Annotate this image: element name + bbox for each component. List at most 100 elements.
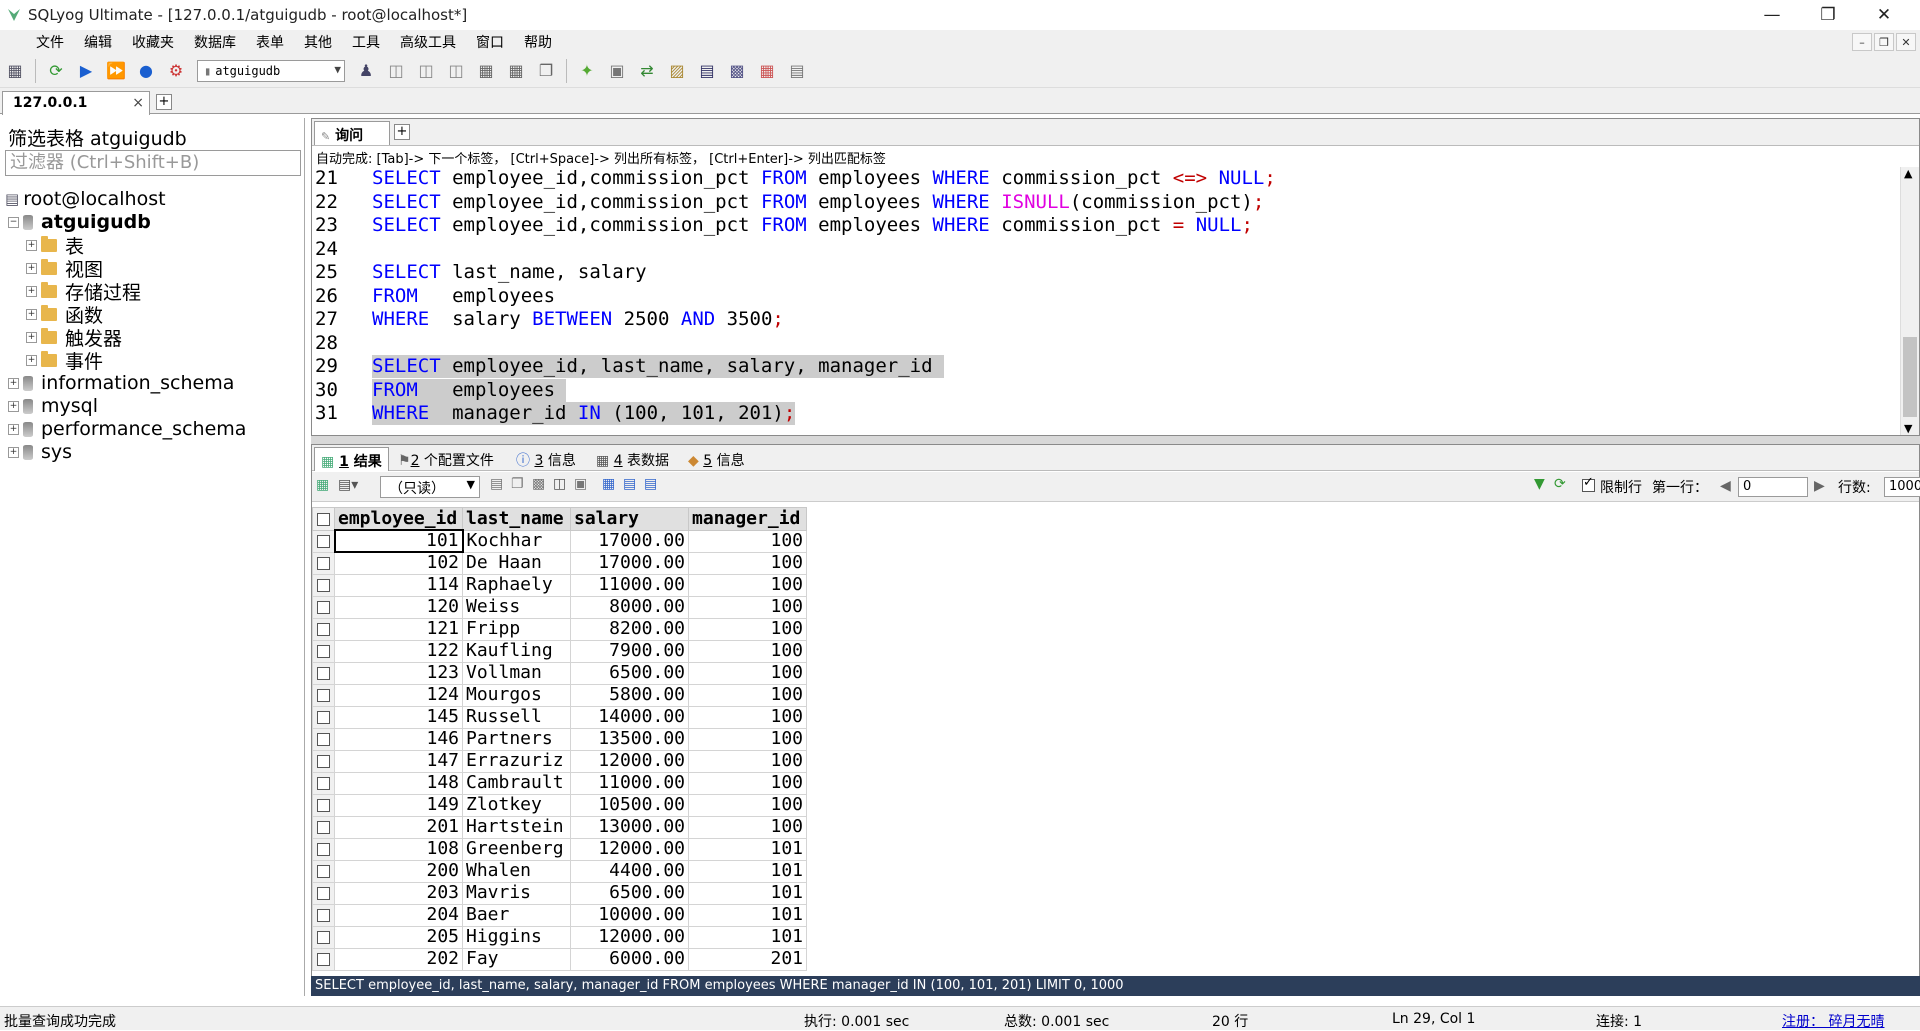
table-cell[interactable]: 13000.00 (570, 815, 689, 839)
table-cell[interactable]: 101 (688, 925, 807, 949)
table-cell[interactable]: 201 (334, 815, 463, 839)
table-cell[interactable]: 6500.00 (570, 881, 689, 905)
table-row[interactable]: 204 Baer 10000.00 101 (312, 903, 807, 927)
table-cell[interactable]: 147 (334, 749, 463, 773)
row-checkbox[interactable] (312, 705, 335, 729)
connection-tab[interactable]: 127.0.0.1 × (2, 91, 150, 115)
row-checkbox[interactable] (312, 727, 335, 751)
pane-splitter[interactable] (311, 436, 1920, 444)
menu-item-8[interactable]: 窗口 (466, 32, 514, 52)
table-row[interactable]: 124 Mourgos 5800.00 100 (312, 683, 807, 707)
table-cell[interactable]: 101 (688, 859, 807, 883)
table-cell[interactable]: 11000.00 (570, 573, 689, 597)
row-checkbox[interactable] (312, 639, 335, 663)
table-cell[interactable]: 100 (688, 793, 807, 817)
tree-item-sys[interactable]: + sys (8, 439, 72, 465)
refresh-results-icon[interactable]: ▣ (574, 476, 587, 492)
table-cell[interactable]: 7900.00 (570, 639, 689, 663)
table-cell[interactable]: 124 (334, 683, 463, 707)
expand-icon[interactable]: + (26, 354, 37, 366)
row-checkbox[interactable] (312, 595, 335, 619)
new-tab-button[interactable]: + (156, 94, 172, 110)
table-cell[interactable]: Raphaely (462, 573, 571, 597)
row-checkbox[interactable] (312, 793, 335, 817)
table-cell[interactable]: 202 (334, 947, 463, 971)
table-cell[interactable]: Fripp (462, 617, 571, 641)
table-cell[interactable]: Partners (462, 727, 571, 751)
table-cell[interactable]: 6000.00 (570, 947, 689, 971)
table-row[interactable]: 149 Zlotkey 10500.00 100 (312, 793, 807, 817)
table-cell[interactable]: 100 (688, 683, 807, 707)
table-cell[interactable]: 11000.00 (570, 771, 689, 795)
row-checkbox[interactable] (312, 815, 335, 839)
grid-icon[interactable]: ▦ (503, 58, 529, 84)
table-cell[interactable]: Weiss (462, 595, 571, 619)
import-icon[interactable]: ◫ (443, 58, 469, 84)
tab-info-2[interactable]: ◆ 5 信息 (682, 447, 751, 471)
table-cell[interactable]: Higgins (462, 925, 571, 949)
collapse-icon[interactable]: − (8, 216, 19, 228)
database-select[interactable]: ▮ atguigudb ▼ (197, 59, 345, 82)
menu-item-7[interactable]: 高级工具 (390, 32, 466, 52)
menu-item-1[interactable]: 编辑 (74, 32, 122, 52)
table-cell[interactable]: De Haan (462, 551, 571, 575)
menu-item-5[interactable]: 其他 (294, 32, 342, 52)
table-cell[interactable]: 201 (688, 947, 807, 971)
table-cell[interactable]: 203 (334, 881, 463, 905)
column-header-manager-id[interactable]: manager_id (688, 507, 807, 531)
select-all-checkbox[interactable] (312, 507, 335, 531)
row-checkbox[interactable] (312, 529, 335, 553)
refresh-icon[interactable]: ⟳ (43, 58, 69, 84)
form-view-icon[interactable]: ▤ (623, 476, 636, 492)
tab-query[interactable]: ✎ 询问 (314, 121, 390, 145)
row-checkbox[interactable] (312, 749, 335, 773)
execute-query-icon[interactable]: ▶ (73, 58, 99, 84)
row-checkbox[interactable] (312, 881, 335, 905)
row-checkbox[interactable] (312, 837, 335, 861)
table-cell[interactable]: 12000.00 (570, 837, 689, 861)
close-icon[interactable]: × (132, 95, 144, 111)
expand-icon[interactable]: + (8, 446, 19, 458)
table-cell[interactable]: 100 (688, 815, 807, 839)
table-cell[interactable]: 12000.00 (570, 925, 689, 949)
row-checkbox[interactable] (312, 551, 335, 575)
table-cell[interactable]: 14000.00 (570, 705, 689, 729)
next-page-icon[interactable]: ▶ (1814, 478, 1825, 494)
table-cell[interactable]: 102 (334, 551, 463, 575)
table-cell[interactable]: 8000.00 (570, 595, 689, 619)
table-cell[interactable]: 13500.00 (570, 727, 689, 751)
expand-icon[interactable]: + (26, 308, 37, 320)
table-row[interactable]: 205 Higgins 12000.00 101 (312, 925, 807, 949)
table-cell[interactable]: 100 (688, 661, 807, 685)
table-cell[interactable]: 100 (688, 639, 807, 663)
menu-item-6[interactable]: 工具 (342, 32, 390, 52)
expand-icon[interactable]: + (8, 400, 19, 412)
mdi-minimize-button[interactable]: – (1852, 33, 1872, 51)
table-row[interactable]: 148 Cambrault 11000.00 100 (312, 771, 807, 795)
expand-icon[interactable]: + (8, 377, 19, 389)
table-cell[interactable]: 101 (688, 903, 807, 927)
report-icon[interactable]: ▦ (754, 58, 780, 84)
table-row[interactable]: 200 Whalen 4400.00 101 (312, 859, 807, 883)
table-cell[interactable]: Russell (462, 705, 571, 729)
table-cell[interactable]: 10000.00 (570, 903, 689, 927)
table-cell[interactable]: 100 (688, 551, 807, 575)
row-checkbox[interactable] (312, 859, 335, 883)
scroll-down-icon[interactable]: ▼ (1904, 422, 1912, 435)
table-cell[interactable]: Mavris (462, 881, 571, 905)
close-button[interactable]: ✕ (1856, 0, 1912, 30)
table-cell[interactable]: 205 (334, 925, 463, 949)
row-checkbox[interactable] (312, 573, 335, 597)
reset-filter-icon[interactable]: ⟳ (1554, 476, 1566, 492)
sql-code-area[interactable]: 21 SELECT employee_id,commission_pct FROM… (312, 167, 1900, 437)
table-cell[interactable]: 4400.00 (570, 859, 689, 883)
table-cell[interactable]: 100 (688, 749, 807, 773)
sync-icon[interactable]: ⇄ (634, 58, 660, 84)
scheduler-icon[interactable]: ▤ (694, 58, 720, 84)
table-cell[interactable]: 101 (688, 881, 807, 905)
table-cell[interactable]: Fay (462, 947, 571, 971)
row-checkbox[interactable] (312, 771, 335, 795)
save-icon[interactable]: ▩ (532, 476, 545, 492)
table-cell[interactable]: 123 (334, 661, 463, 685)
table-row[interactable]: 114 Raphaely 11000.00 100 (312, 573, 807, 597)
